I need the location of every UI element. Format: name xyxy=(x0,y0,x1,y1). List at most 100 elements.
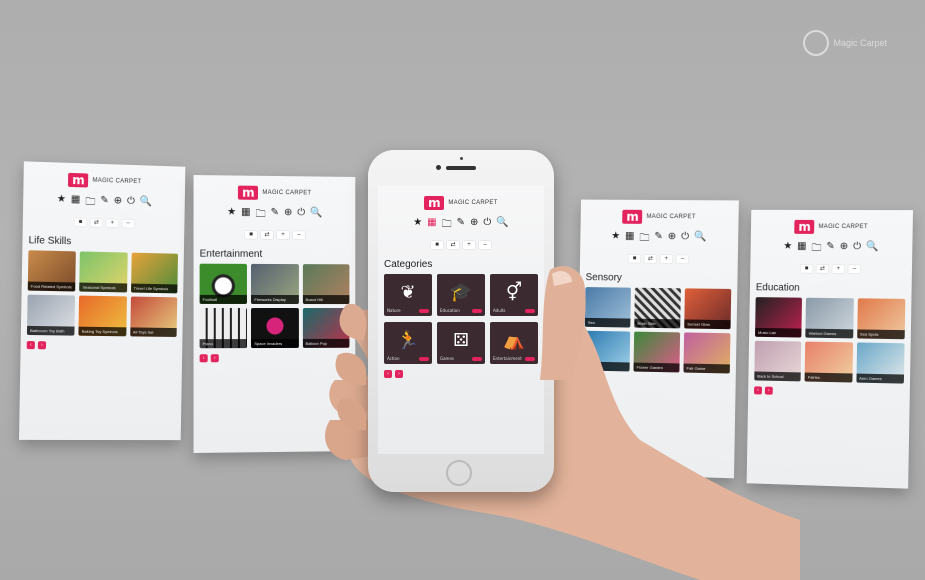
tile[interactable]: Food Related Symbols xyxy=(27,250,77,292)
zoom-out-button[interactable]: – xyxy=(292,231,305,240)
search-icon[interactable]: 🔍 xyxy=(310,207,322,224)
folder-icon[interactable]: 🗀 xyxy=(811,241,821,258)
home-button[interactable] xyxy=(446,460,472,486)
tile[interactable]: Travel Life Symbols xyxy=(130,252,178,294)
power-icon[interactable]: ⏻ xyxy=(681,231,689,248)
shuffle-button[interactable]: ⇄ xyxy=(447,241,459,249)
favorites-icon[interactable]: ★ xyxy=(413,217,422,234)
favorites-icon[interactable]: ★ xyxy=(57,194,66,211)
brand: m MAGIC CARPET xyxy=(194,185,356,201)
settings-icon[interactable]: ⊕ xyxy=(668,231,677,248)
prev-page-button[interactable]: ‹ xyxy=(384,370,392,378)
folder-icon[interactable]: 🗀 xyxy=(85,194,95,211)
category-nature[interactable]: ❦ Nature xyxy=(384,274,432,316)
next-page-button[interactable]: › xyxy=(395,370,403,378)
shuffle-button[interactable]: ⇄ xyxy=(816,264,829,273)
zoom-in-button[interactable]: + xyxy=(106,219,119,228)
brand-name: MAGIC CARPET xyxy=(448,200,498,206)
power-icon[interactable]: ⏻ xyxy=(853,241,861,258)
tile[interactable]: Sea Spots xyxy=(856,298,906,340)
stop-button[interactable]: ■ xyxy=(244,230,257,239)
tile[interactable]: Fairies xyxy=(804,341,853,383)
tile-caption: Travel Life Symbols xyxy=(130,283,178,294)
search-icon[interactable]: 🔍 xyxy=(866,241,879,258)
grid-icon[interactable]: ▦ xyxy=(241,207,250,224)
watermark-text: Magic Carpet xyxy=(833,38,887,48)
next-page-button[interactable]: › xyxy=(37,341,47,350)
grid-icon[interactable]: ▦ xyxy=(71,194,81,211)
running-icon: 🏃 xyxy=(396,330,420,351)
pencil-icon[interactable]: ✎ xyxy=(100,195,109,212)
zoom-in-button[interactable]: + xyxy=(463,241,475,249)
stop-button[interactable]: ■ xyxy=(431,241,443,249)
stop-button[interactable]: ■ xyxy=(74,218,87,227)
tile-caption: Entertainment xyxy=(493,356,522,361)
settings-icon[interactable]: ⊕ xyxy=(470,217,478,234)
pencil-icon[interactable]: ✎ xyxy=(271,207,279,224)
grid-icon[interactable]: ▦ xyxy=(625,231,635,248)
settings-icon[interactable]: ⊕ xyxy=(114,195,123,212)
front-camera xyxy=(436,165,441,170)
tile[interactable]: Warlord Games xyxy=(805,297,854,339)
pager: ‹ › xyxy=(26,341,183,351)
magic-carpet-logo-icon: m xyxy=(794,219,815,234)
shuffle-button[interactable]: ⇄ xyxy=(644,254,657,263)
stop-button[interactable]: ■ xyxy=(800,264,813,273)
tile[interactable]: All Toys Set xyxy=(129,296,178,338)
zoom-in-button[interactable]: + xyxy=(660,255,673,264)
pager: ‹ › xyxy=(384,370,544,378)
zoom-out-button[interactable]: – xyxy=(848,265,861,274)
toolbar: ★ ▦ 🗀 ✎ ⊕ ⏻ 🔍 xyxy=(751,241,913,259)
stop-button[interactable]: ■ xyxy=(628,254,641,263)
toolbar: ★ ▦ 🗀 ✎ ⊕ ⏻ 🔍 xyxy=(23,193,185,215)
prev-page-button[interactable]: ‹ xyxy=(26,341,35,350)
zoom-out-button[interactable]: – xyxy=(479,241,491,249)
magic-carpet-logo-icon: m xyxy=(622,209,643,224)
folder-icon[interactable]: 🗀 xyxy=(256,207,266,224)
power-icon[interactable]: ⏻ xyxy=(483,217,491,234)
tile[interactable]: Baking Toy Symbols xyxy=(78,295,127,337)
search-icon[interactable]: 🔍 xyxy=(496,217,508,234)
tile[interactable]: Football xyxy=(199,263,248,304)
search-icon[interactable]: 🔍 xyxy=(694,231,707,248)
tile[interactable]: Aero Games xyxy=(856,342,905,384)
brand: m MAGIC CARPET xyxy=(581,209,739,225)
favorites-icon[interactable]: ★ xyxy=(227,207,236,224)
brand-name: MAGIC CARPET xyxy=(262,189,312,197)
tile[interactable]: Space Invaders xyxy=(251,307,299,349)
folder-icon[interactable]: 🗀 xyxy=(639,231,649,248)
favorites-icon[interactable]: ★ xyxy=(611,231,620,248)
prev-page-button[interactable]: ‹ xyxy=(199,354,208,363)
zoom-in-button[interactable]: + xyxy=(832,265,845,274)
smartphone: m MAGIC CARPET ★ ▦ 🗀 ✎ ⊕ ⏻ 🔍 ■ ⇄ + – Cat… xyxy=(368,150,554,492)
category-education[interactable]: 🎓 Education xyxy=(437,274,485,316)
zoom-out-button[interactable]: – xyxy=(122,219,135,228)
category-action[interactable]: 🏃 Action xyxy=(384,322,432,364)
pencil-icon[interactable]: ✎ xyxy=(457,217,465,234)
tile[interactable]: Fireworks Display xyxy=(251,263,299,305)
tile-caption: Food Related Symbols xyxy=(27,281,76,292)
grid-icon[interactable]: ▦ xyxy=(797,241,807,258)
zoom-in-button[interactable]: + xyxy=(276,231,289,240)
search-icon[interactable]: 🔍 xyxy=(140,196,152,213)
folder-icon[interactable]: 🗀 xyxy=(442,217,452,234)
shuffle-button[interactable]: ⇄ xyxy=(90,218,103,227)
tile[interactable]: Bathroom Toy Bath xyxy=(26,294,76,336)
tile[interactable]: Piano xyxy=(199,307,248,349)
grid-icon[interactable]: ▦ xyxy=(427,217,436,234)
pencil-icon[interactable]: ✎ xyxy=(826,241,835,258)
settings-icon[interactable]: ⊕ xyxy=(284,207,292,224)
shuffle-button[interactable]: ⇄ xyxy=(261,230,274,239)
favorites-icon[interactable]: ★ xyxy=(783,241,792,258)
settings-icon[interactable]: ⊕ xyxy=(840,241,849,258)
category-games[interactable]: ⚄ Games xyxy=(437,322,485,364)
power-icon[interactable]: ⏻ xyxy=(127,196,135,213)
tile-caption: Education xyxy=(440,308,460,313)
tile[interactable]: Seasonal Symbols xyxy=(79,251,128,293)
next-page-button[interactable]: › xyxy=(210,354,219,363)
control-row: ■ ⇄ + – xyxy=(378,241,544,249)
magic-carpet-logo-icon: m xyxy=(424,196,445,210)
power-icon[interactable]: ⏻ xyxy=(297,207,305,224)
pencil-icon[interactable]: ✎ xyxy=(654,231,663,248)
zoom-out-button[interactable]: – xyxy=(676,255,689,264)
